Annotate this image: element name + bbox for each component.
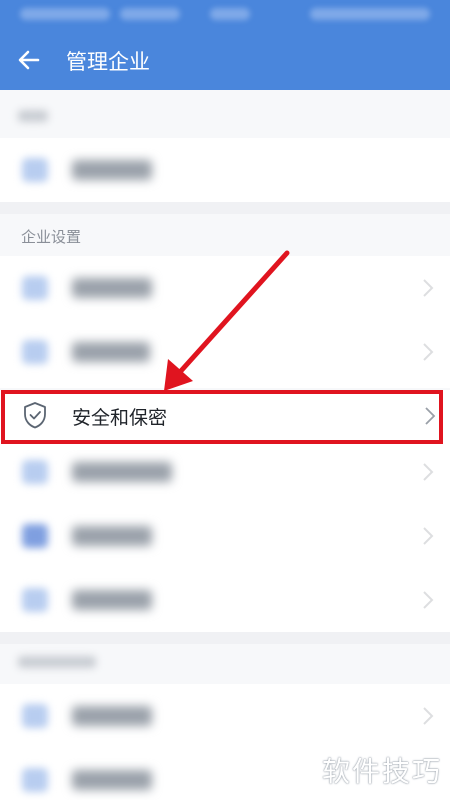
list-item[interactable] <box>0 256 450 320</box>
item-icon <box>22 460 48 484</box>
app-bar: 管理企业 <box>0 28 450 90</box>
chevron-right-icon <box>423 707 434 725</box>
list-item[interactable] <box>0 138 450 202</box>
list-item[interactable] <box>0 440 450 504</box>
item-icon <box>22 588 48 612</box>
section-header-blurred <box>18 110 48 122</box>
status-bar-info <box>20 8 110 20</box>
item-label-blurred <box>72 462 172 482</box>
divider <box>0 202 450 214</box>
item-label-blurred <box>72 770 152 790</box>
chevron-right-icon <box>423 343 434 361</box>
list-item[interactable] <box>0 568 450 632</box>
chevron-right-icon <box>425 407 436 425</box>
item-icon <box>22 524 48 548</box>
chevron-right-icon <box>423 591 434 609</box>
arrow-left-icon[interactable] <box>14 45 44 75</box>
item-label-blurred <box>72 526 152 546</box>
item-icon <box>22 276 48 300</box>
status-bar <box>0 0 450 28</box>
item-label-blurred <box>72 342 150 362</box>
item-icon <box>22 158 48 182</box>
page-title: 管理企业 <box>66 51 150 74</box>
item-label-blurred <box>72 706 152 726</box>
chevron-right-icon <box>423 463 434 481</box>
status-bar-time <box>210 8 250 20</box>
section-header-enterprise-settings: 企业设置 <box>21 229 82 246</box>
list-item-label: 安全和保密 <box>72 408 168 429</box>
watermark: 软件技巧 <box>321 756 442 787</box>
list-item-security-privacy[interactable]: 安全和保密 <box>0 390 450 440</box>
chevron-right-icon <box>423 279 434 297</box>
divider <box>0 632 450 644</box>
status-bar-info <box>120 8 180 20</box>
list-item[interactable] <box>0 320 450 388</box>
list-item[interactable] <box>0 504 450 568</box>
item-icon <box>22 340 48 364</box>
item-icon <box>22 704 48 728</box>
section-header-blurred <box>18 656 96 668</box>
item-label-blurred <box>72 590 152 610</box>
settings-list: 企业设置 安全和保密 <box>0 90 450 800</box>
item-label-blurred <box>72 278 152 298</box>
shield-check-icon <box>24 402 46 429</box>
item-icon <box>22 768 48 792</box>
status-bar-indicators <box>310 8 430 20</box>
list-item[interactable] <box>0 684 450 748</box>
chevron-right-icon <box>423 527 434 545</box>
item-label-blurred <box>72 160 152 180</box>
